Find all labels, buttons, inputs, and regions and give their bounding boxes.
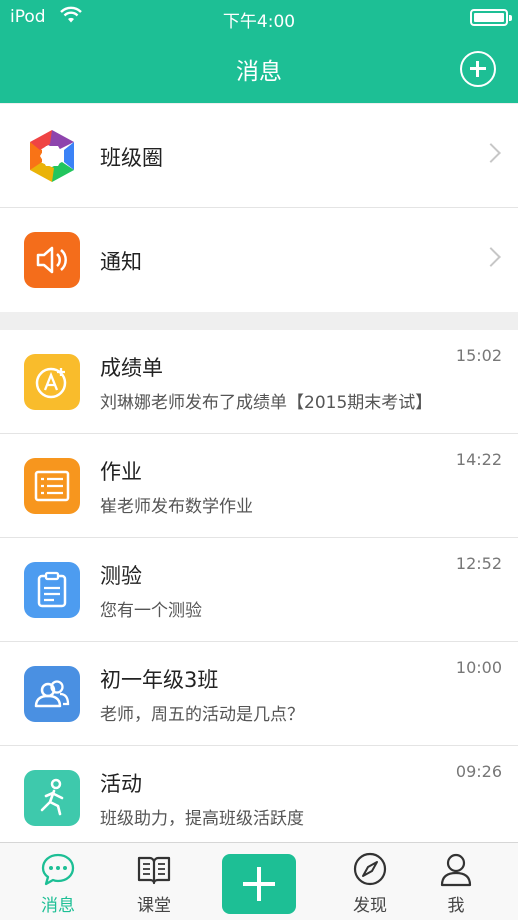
battery-icon xyxy=(470,9,512,26)
compass-icon xyxy=(353,852,387,886)
message-time: 15:02 xyxy=(455,346,502,365)
class-circle-row[interactable]: 班级圈 xyxy=(0,104,518,208)
message-item-quiz[interactable]: 测验 您有一个测验 12:52 xyxy=(0,538,518,642)
tab-discover[interactable]: 发现 xyxy=(330,843,410,920)
message-title: 初一年级3班 xyxy=(100,668,219,692)
speaker-icon xyxy=(24,232,80,288)
message-preview: 您有一个测验 xyxy=(100,601,202,621)
homework-icon xyxy=(24,458,80,514)
page-title: 消息 xyxy=(236,59,282,85)
grade-icon xyxy=(24,354,80,410)
tab-label: 发现 xyxy=(353,896,387,916)
book-icon xyxy=(137,856,171,885)
message-time: 14:22 xyxy=(455,450,502,469)
message-title: 作业 xyxy=(100,460,142,484)
message-preview: 班级助力，提高班级活跃度 xyxy=(100,809,304,829)
person-icon xyxy=(440,853,472,887)
message-title: 活动 xyxy=(100,772,142,796)
message-item-activity[interactable]: 活动 班级助力，提高班级活跃度 09:26 xyxy=(0,746,518,850)
message-time: 09:26 xyxy=(455,762,502,781)
status-time: 下午4:00 xyxy=(222,12,296,32)
message-item-class-group[interactable]: 初一年级3班 老师，周五的活动是几点？ 10:00 xyxy=(0,642,518,746)
chat-bubble-icon xyxy=(41,853,75,886)
chevron-right-icon xyxy=(481,247,501,267)
aperture-icon xyxy=(30,130,74,182)
tab-messages[interactable]: 消息 xyxy=(18,843,98,920)
tab-me[interactable]: 我 xyxy=(416,843,496,920)
tab-bar: 消息 课堂 发现 我 xyxy=(0,842,518,920)
top-bar: iPod 下午4:00 消息 xyxy=(0,0,518,103)
message-preview: 崔老师发布数学作业 xyxy=(100,497,253,517)
pinned-list: 班级圈 通知 xyxy=(0,104,518,312)
center-add-button[interactable] xyxy=(222,854,296,914)
message-preview: 老师，周五的活动是几点？ xyxy=(100,705,304,725)
message-list: 成绩单 刘琳娜老师发布了成绩单【2015期末考试】 15:02 作业 崔老师发布… xyxy=(0,330,518,850)
row-title: 通知 xyxy=(100,250,142,274)
message-preview: 刘琳娜老师发布了成绩单【2015期末考试】 xyxy=(100,393,433,413)
notice-row[interactable]: 通知 xyxy=(0,208,518,312)
message-time: 10:00 xyxy=(455,658,502,677)
tab-label: 课堂 xyxy=(137,896,171,916)
row-title: 班级圈 xyxy=(100,146,163,170)
message-title: 成绩单 xyxy=(100,356,163,380)
message-time: 12:52 xyxy=(455,554,502,573)
message-item-homework[interactable]: 作业 崔老师发布数学作业 14:22 xyxy=(0,434,518,538)
tab-label: 我 xyxy=(447,896,465,916)
message-item-grades[interactable]: 成绩单 刘琳娜老师发布了成绩单【2015期末考试】 15:02 xyxy=(0,330,518,434)
tab-classroom[interactable]: 课堂 xyxy=(114,843,194,920)
running-icon xyxy=(24,770,80,826)
chevron-right-icon xyxy=(481,143,501,163)
add-button[interactable] xyxy=(460,51,496,87)
message-title: 测验 xyxy=(100,564,142,588)
group-icon xyxy=(24,666,80,722)
status-bar: iPod 下午4:00 xyxy=(0,0,518,34)
tab-label: 消息 xyxy=(41,896,75,916)
clipboard-icon xyxy=(24,562,80,618)
